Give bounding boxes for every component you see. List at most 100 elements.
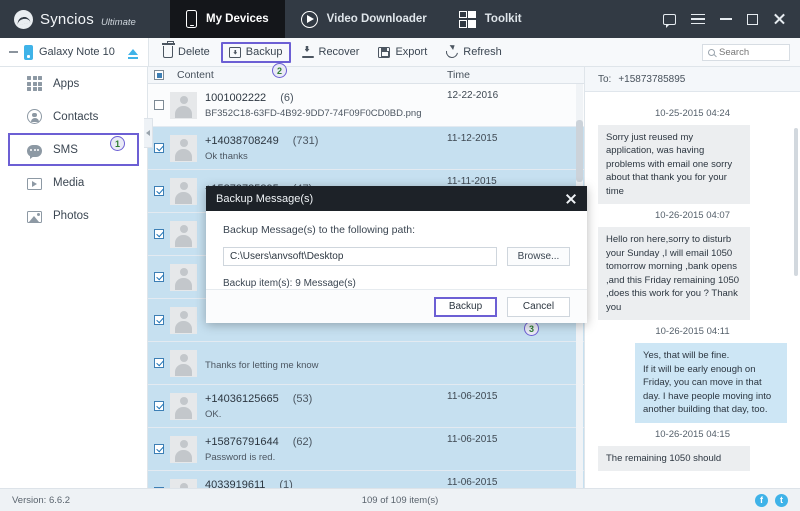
row-preview: Thanks for letting me know [205, 359, 319, 371]
sidebar-item-contacts-label: Contacts [53, 110, 99, 123]
backup-label: Backup [245, 46, 283, 58]
export-button[interactable]: Export [370, 42, 435, 63]
sidebar-item-contacts[interactable]: Contacts [8, 100, 139, 133]
dialog-body: Backup Message(s) to the following path:… [206, 211, 587, 289]
row-time: 11-12-2015 [447, 133, 498, 144]
row-checkbox-cell[interactable] [148, 186, 170, 196]
to-label: To: [598, 73, 612, 85]
toolkit-icon [458, 10, 476, 28]
message-timestamp: 10-25-2015 04:24 [654, 108, 730, 119]
message-bubble-outgoing: Yes, that will be fine. If it will be ea… [635, 343, 787, 423]
tab-video-downloader-label: Video Downloader [326, 13, 427, 25]
backup-path-input[interactable]: C:\Users\anvsoft\Desktop [223, 247, 497, 266]
facebook-icon[interactable]: f [755, 493, 768, 507]
toolbar: Delete Backup Recover Export Refresh [148, 38, 800, 67]
table-row[interactable]: 4033919611(1) Voicemail 1 New0 Urgent 11… [148, 471, 584, 488]
row-checkbox[interactable] [154, 315, 164, 325]
dialog-title-bar: Backup Message(s) [206, 186, 587, 211]
tab-toolkit-label: Toolkit [484, 13, 522, 25]
table-row[interactable]: +15876791644 (62) Password is red. 11-06-… [148, 428, 584, 471]
step-badge-3: 3 [524, 321, 539, 336]
maximize-icon[interactable] [747, 13, 758, 25]
row-checkbox[interactable] [154, 229, 164, 239]
row-checkbox[interactable] [154, 272, 164, 282]
message-bubble-incoming: The remaining 1050 should [598, 445, 750, 472]
menu-icon[interactable] [691, 13, 705, 25]
dialog-close-icon[interactable] [565, 193, 577, 205]
brand-name: Syncios [40, 10, 94, 28]
browse-button[interactable]: Browse... [507, 247, 570, 266]
message-timestamp: 10-26-2015 04:07 [654, 210, 730, 222]
sidebar-item-apps[interactable]: Apps [8, 67, 139, 100]
sidebar-item-photos[interactable]: Photos [8, 199, 139, 232]
row-checkbox-cell[interactable] [148, 358, 170, 368]
tab-toolkit[interactable]: Toolkit [443, 0, 538, 38]
row-preview: Password is red. [205, 451, 276, 463]
window-controls [663, 13, 800, 28]
list-scrollbar-thumb[interactable] [576, 120, 583, 182]
device-bar[interactable]: Galaxy Note 10 [0, 38, 148, 67]
minimize-icon[interactable] [720, 18, 732, 20]
sidebar-item-media[interactable]: Media [8, 166, 139, 199]
message-timestamp: 10-26-2015 04:15 [654, 428, 730, 440]
message-timestamp: 10-26-2015 04:11 [655, 326, 730, 338]
select-all-cell[interactable] [148, 70, 170, 80]
tab-my-devices-label: My Devices [206, 13, 269, 25]
dialog-backup-button[interactable]: Backup [434, 296, 497, 317]
conversation-panel: To: +15873785895 10-25-2015 04:24 Sorry … [585, 67, 800, 488]
row-checkbox[interactable] [154, 186, 164, 196]
close-icon[interactable] [773, 13, 786, 26]
twitter-icon[interactable]: t [775, 493, 788, 507]
row-time: 12-22-2016 [447, 90, 499, 101]
select-all-checkbox[interactable] [154, 70, 164, 80]
phone-icon [186, 10, 197, 28]
dialog-cancel-button[interactable]: Cancel [507, 296, 570, 317]
row-checkbox[interactable] [154, 444, 164, 454]
delete-button[interactable]: Delete [155, 41, 218, 63]
row-checkbox-cell[interactable] [148, 100, 170, 110]
panel-collapse-chevron-icon[interactable] [144, 118, 153, 148]
table-row[interactable]: +14036125665 (53) OK. 11-06-2015 [148, 385, 584, 428]
table-row[interactable]: 1001002222 (6) BF352C18-63FD-4B92-9DD7-74… [148, 84, 584, 127]
dialog-footer: Backup Cancel [206, 289, 587, 323]
row-number: 4033919611 [205, 478, 266, 489]
sidebar-item-apps-label: Apps [53, 77, 80, 90]
tab-video-downloader[interactable]: Video Downloader [285, 0, 443, 38]
tab-my-devices[interactable]: My Devices [170, 0, 285, 38]
row-count: (1) [279, 478, 293, 489]
row-checkbox[interactable] [154, 100, 164, 110]
refresh-icon [443, 43, 461, 61]
row-count: (53) [292, 392, 313, 405]
feedback-icon[interactable] [663, 13, 676, 28]
row-preview: BF352C18-63FD-4B92-9DD7-74F09F0CD0BD.png [205, 107, 422, 119]
row-checkbox-cell[interactable] [148, 444, 170, 454]
table-row[interactable]: +14038708249 (731) Ok thanks 11-12-2015 [148, 127, 584, 170]
row-time: 11-06-2015 [447, 434, 498, 445]
search-input[interactable] [719, 46, 784, 58]
column-content[interactable]: Content [170, 69, 439, 81]
column-time[interactable]: Time [439, 69, 584, 81]
device-name: Galaxy Note 10 [39, 46, 115, 58]
avatar [170, 263, 197, 291]
row-checkbox-cell[interactable] [148, 401, 170, 411]
backup-button[interactable]: Backup [220, 41, 291, 63]
avatar [170, 435, 197, 463]
photos-icon [27, 210, 42, 223]
row-checkbox[interactable] [154, 143, 164, 153]
status-bar: Version: 6.6.2 109 of 109 item(s) f t [0, 488, 800, 511]
eject-icon[interactable] [128, 49, 138, 59]
avatar [170, 349, 197, 377]
row-checkbox-cell[interactable] [148, 229, 170, 239]
row-checkbox[interactable] [154, 358, 164, 368]
backup-dialog: Backup Message(s) Backup Message(s) to t… [206, 186, 587, 323]
row-checkbox-cell[interactable] [148, 315, 170, 325]
row-count: (62) [292, 435, 313, 448]
conversation-scrollbar[interactable] [794, 128, 798, 276]
recover-button[interactable]: Recover [294, 42, 368, 63]
row-checkbox[interactable] [154, 401, 164, 411]
table-row[interactable]: Thanks for letting me know [148, 342, 584, 385]
row-checkbox-cell[interactable] [148, 272, 170, 282]
avatar [170, 220, 197, 248]
refresh-button[interactable]: Refresh [438, 42, 510, 63]
search-box[interactable] [702, 43, 790, 61]
